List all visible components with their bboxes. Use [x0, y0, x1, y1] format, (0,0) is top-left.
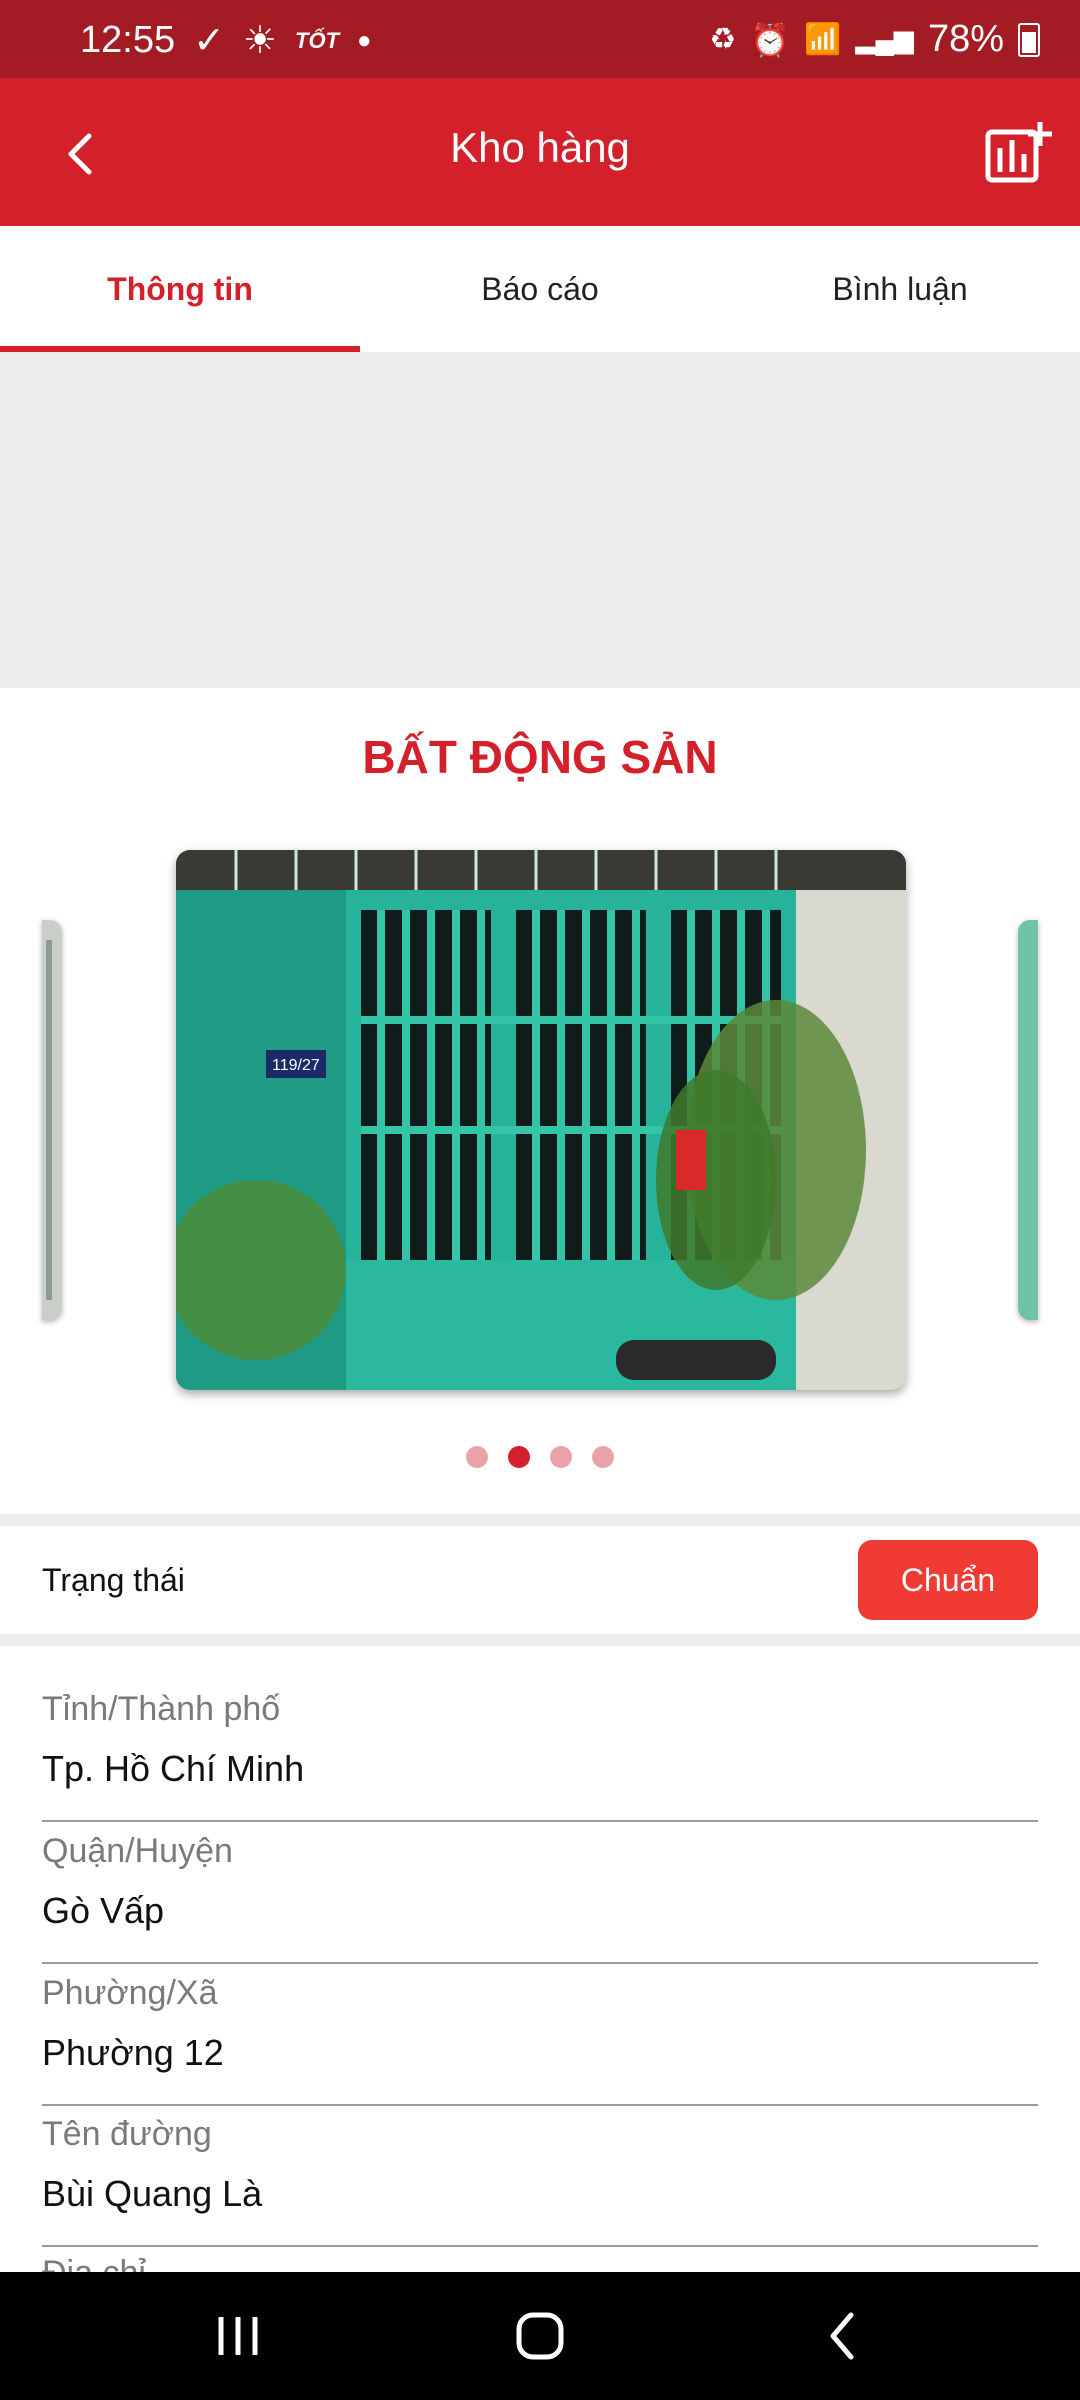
status-row: Trạng thái Chuẩn [0, 1528, 1080, 1634]
app-bar: Kho hàng [0, 78, 1080, 226]
carrier-tag: TỐT [295, 27, 340, 53]
section-divider [0, 1634, 1080, 1646]
recents-button[interactable] [198, 2304, 278, 2368]
wifi-icon: 📶 [804, 23, 842, 56]
status-button[interactable]: Chuẩn [858, 1540, 1038, 1620]
battery-icon [1018, 22, 1040, 57]
section-divider [0, 1514, 1080, 1526]
check-icon: ✓ [193, 20, 225, 62]
add-chart-icon [985, 122, 1052, 183]
battery-percent: 78% [927, 18, 1004, 60]
pager-dot[interactable] [592, 1446, 614, 1468]
status-label: Trạng thái [42, 1562, 185, 1598]
home-button[interactable] [500, 2304, 580, 2368]
province-label: Tỉnh/Thành phố [42, 1690, 281, 1728]
pager-dot[interactable] [550, 1446, 572, 1468]
status-bar: 12:55 ✓ ☀ TỐT ● ♻ ⏰ 📶 ▂▄▆ 78% [0, 0, 1080, 78]
carousel-prev-photo[interactable] [42, 920, 62, 1320]
system-nav-bar [0, 2272, 1080, 2400]
recents-icon [218, 2317, 258, 2355]
system-back-button[interactable] [802, 2304, 882, 2368]
province-field[interactable]: Tỉnh/Thành phố Tp. Hồ Chí Minh [42, 1690, 1038, 1822]
home-icon [516, 2312, 564, 2360]
house-number-plate: 119/27 [272, 1057, 320, 1074]
banner-placeholder [0, 352, 1080, 688]
street-field[interactable]: Tên đường Bùi Quang Là [42, 2115, 1038, 2247]
photo-carousel[interactable]: 119/27 [0, 840, 1080, 1400]
house-gate-photo: 119/27 [176, 850, 906, 1390]
ward-label: Phường/Xã [42, 1974, 218, 2012]
carousel-pager [0, 1446, 1080, 1468]
street-value: Bùi Quang Là [42, 2173, 263, 2214]
district-value: Gò Vấp [42, 1890, 165, 1931]
battery-saver-icon: ♻ [709, 23, 737, 56]
signal-icon: ▂▄▆ [855, 24, 914, 54]
carousel-next-photo[interactable] [1018, 920, 1038, 1320]
section-title: BẤT ĐỘNG SẢN [362, 731, 718, 783]
tab-bao-cao[interactable]: Báo cáo [360, 226, 720, 352]
tab-bar: Thông tin Báo cáo Bình luận [0, 226, 1080, 353]
dot-icon: ● [357, 26, 372, 54]
back-icon [830, 2312, 854, 2360]
street-label: Tên đường [42, 2115, 212, 2153]
add-report-button[interactable] [984, 120, 1054, 186]
ward-value: Phường 12 [42, 2032, 224, 2073]
pager-dot-active[interactable] [508, 1446, 530, 1468]
page-title: Kho hàng [450, 124, 630, 171]
pager-dot[interactable] [466, 1446, 488, 1468]
weather-icon: ☀ [242, 20, 278, 62]
carousel-photo[interactable]: 119/27 [176, 850, 906, 1390]
tab-binh-luan[interactable]: Bình luận [720, 226, 1080, 352]
district-field[interactable]: Quận/Huyện Gò Vấp [42, 1832, 1038, 1964]
tab-thong-tin[interactable]: Thông tin [0, 226, 360, 352]
ward-field[interactable]: Phường/Xã Phường 12 [42, 1974, 1038, 2106]
alarm-icon: ⏰ [750, 21, 791, 58]
clock: 12:55 [80, 19, 176, 61]
district-label: Quận/Huyện [42, 1832, 233, 1870]
province-value: Tp. Hồ Chí Minh [42, 1748, 305, 1789]
gate-photo-partial [42, 920, 62, 1320]
